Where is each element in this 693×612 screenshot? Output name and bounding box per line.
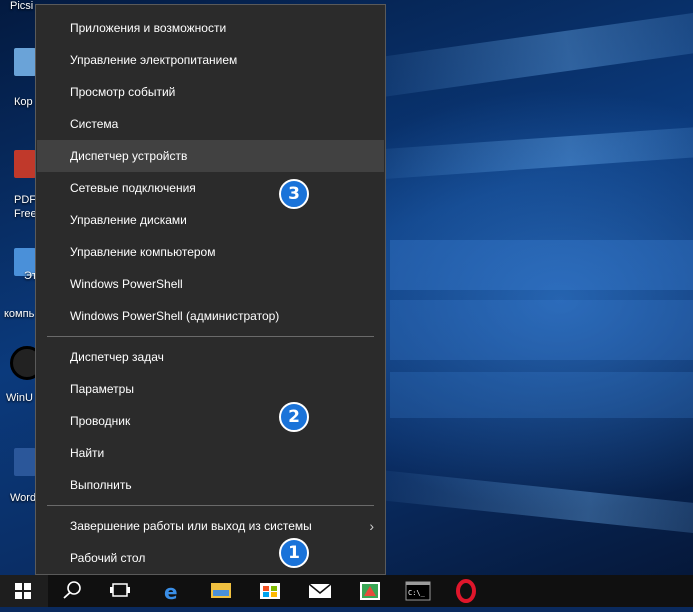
menu-item-settings[interactable]: Параметры <box>37 373 384 405</box>
taskbar-file-explorer[interactable] <box>201 575 241 607</box>
desktop-icon-label: WinU <box>6 392 33 404</box>
menu-separator <box>47 336 374 337</box>
winx-context-menu: Приложения и возможности Управление элек… <box>35 4 386 575</box>
mail-icon <box>308 583 332 598</box>
taskbar-edge[interactable]: e <box>152 575 192 607</box>
svg-text:e: e <box>164 580 178 604</box>
chevron-right-icon: › <box>369 518 374 534</box>
desktop-icon-label: PDF <box>14 194 36 206</box>
menu-item-desktop[interactable]: Рабочий стол <box>37 542 384 574</box>
taskbar-mail[interactable] <box>300 575 340 607</box>
desktop-icon-label2: компь <box>4 308 35 320</box>
file-explorer-icon <box>211 583 231 598</box>
menu-item-network-connections[interactable]: Сетевые подключения <box>37 172 384 204</box>
recycle-bin-icon <box>14 48 36 76</box>
menu-item-disk-management[interactable]: Управление дисками <box>37 204 384 236</box>
menu-item-computer-management[interactable]: Управление компьютером <box>37 236 384 268</box>
menu-separator <box>47 505 374 506</box>
taskbar-app[interactable] <box>350 575 390 607</box>
menu-item-task-manager[interactable]: Диспетчер задач <box>37 341 384 373</box>
cmd-glyph: C:\_ <box>408 589 426 597</box>
desktop-icon-pdf[interactable]: PDF Free <box>0 146 40 226</box>
word-icon <box>14 448 36 476</box>
step-badge-2: 2 <box>279 402 309 432</box>
menu-item-file-explorer[interactable]: Проводник <box>37 405 384 437</box>
pdf-icon <box>14 150 36 178</box>
app-icon <box>360 582 380 600</box>
menu-item-system[interactable]: Система <box>37 108 384 140</box>
desktop-icon-label2: Free <box>14 208 37 220</box>
search-icon <box>63 581 81 599</box>
task-view-button[interactable] <box>100 575 140 607</box>
menu-item-apps-and-features[interactable]: Приложения и возможности <box>37 12 384 44</box>
menu-item-event-viewer[interactable]: Просмотр событий <box>37 76 384 108</box>
desktop-icon-this-pc[interactable]: Эт компь <box>0 244 40 324</box>
store-icon <box>260 583 280 599</box>
menu-item-shut-down-or-sign-out[interactable]: Завершение работы или выход из системы › <box>37 510 384 542</box>
command-prompt-icon: C:\_ <box>405 581 431 601</box>
step-badge-3: 3 <box>279 179 309 209</box>
windows-start-icon <box>15 583 31 599</box>
menu-item-label: Завершение работы или выход из системы <box>70 519 312 533</box>
menu-item-device-manager[interactable]: Диспетчер устройств <box>37 140 384 172</box>
desktop-icon-label: Кор <box>14 96 33 108</box>
desktop-icon-recycle-bin[interactable]: Кор <box>0 44 40 114</box>
desktop-top-label: Picsi <box>10 0 34 12</box>
opera-icon <box>456 579 476 603</box>
menu-item-powershell[interactable]: Windows PowerShell <box>37 268 384 300</box>
menu-item-search[interactable]: Найти <box>37 437 384 469</box>
taskbar-search-button[interactable] <box>52 575 92 607</box>
taskbar-opera[interactable] <box>446 575 486 607</box>
desktop-icon-word[interactable]: Word <box>0 444 40 514</box>
desktop-icon-winu[interactable]: WinU <box>0 342 44 412</box>
step-badge-1: 1 <box>279 538 309 568</box>
taskbar-store[interactable] <box>250 575 290 607</box>
menu-item-power-options[interactable]: Управление электропитанием <box>37 44 384 76</box>
menu-item-powershell-admin[interactable]: Windows PowerShell (администратор) <box>37 300 384 332</box>
edge-icon: e <box>164 580 178 604</box>
taskbar: e C:\_ <box>0 575 693 607</box>
desktop-icon-label: Word <box>10 492 37 504</box>
start-button[interactable] <box>0 575 48 607</box>
menu-item-run[interactable]: Выполнить <box>37 469 384 501</box>
taskbar-command-prompt[interactable]: C:\_ <box>398 575 438 607</box>
task-view-icon <box>110 583 130 597</box>
